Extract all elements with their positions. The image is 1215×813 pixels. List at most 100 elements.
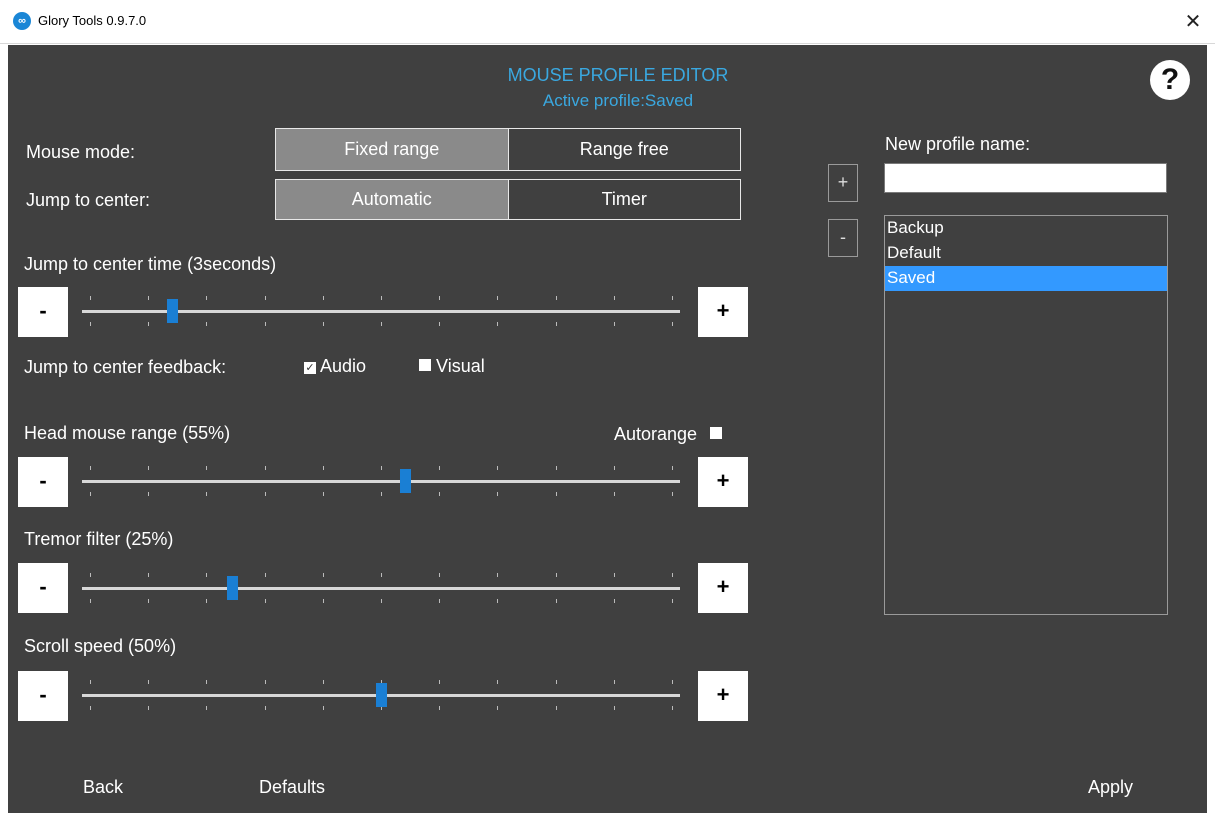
head-range-label: Head mouse range (55%) (24, 423, 231, 443)
audio-checkbox[interactable]: ✓ Audio (304, 356, 366, 377)
slider-tick (206, 573, 208, 577)
mouse-mode-toggle: Fixed range Range free (275, 128, 741, 171)
autorange-label: Autorange (614, 424, 698, 444)
slider-tick (672, 599, 673, 603)
slider-tick (322, 492, 324, 496)
slider-tick (90, 706, 91, 710)
jump-time-slider[interactable] (82, 292, 680, 328)
mouse-mode-label: Mouse mode: (26, 142, 136, 162)
slider-tick (613, 492, 615, 496)
slider-tick (381, 492, 382, 496)
help-button[interactable]: ? (1150, 60, 1190, 100)
slider-thumb[interactable] (226, 576, 238, 600)
slider-tick (322, 466, 324, 470)
slider-tick (322, 296, 324, 300)
slider-tick (264, 573, 266, 577)
slider-tick (264, 706, 266, 710)
slider-tick (613, 322, 615, 326)
slider-tick (497, 322, 499, 326)
slider-tick (672, 296, 673, 300)
new-profile-name-label: New profile name: (885, 134, 1031, 154)
remove-profile-button[interactable]: - (828, 219, 858, 257)
add-profile-button[interactable]: + (828, 164, 858, 202)
tremor-filter-plus-button[interactable]: + (698, 563, 748, 613)
slider-tick (672, 466, 673, 470)
slider-tick (90, 296, 91, 300)
scroll-speed-minus-button[interactable]: - (18, 671, 68, 721)
back-button[interactable]: Back (83, 777, 123, 798)
head-range-plus-button[interactable]: + (698, 457, 748, 507)
visual-checkbox-box[interactable] (419, 359, 431, 371)
audio-checkbox-box[interactable]: ✓ (304, 362, 316, 374)
list-item[interactable]: Backup (885, 216, 1167, 241)
window-title: Glory Tools 0.9.7.0 (38, 13, 147, 28)
jump-center-timer[interactable]: Timer (507, 180, 741, 219)
slider-tick (555, 680, 557, 684)
slider-thumb[interactable] (166, 299, 178, 323)
jump-center-automatic[interactable]: Automatic (276, 180, 508, 219)
slider-tick (672, 322, 673, 326)
active-profile-label: Active profile:Saved (542, 91, 694, 110)
tremor-filter-minus-button[interactable]: - (18, 563, 68, 613)
profile-editor-panel: MOUSE PROFILE EDITOR Active profile:Save… (8, 45, 1207, 813)
slider-tick (381, 296, 382, 300)
new-profile-name-input[interactable] (884, 163, 1167, 193)
slider-tick (206, 322, 208, 326)
slider-tick (381, 599, 382, 603)
slider-tick (672, 573, 673, 577)
slider-tick (264, 322, 266, 326)
mouse-mode-range-free[interactable]: Range free (507, 129, 741, 170)
scroll-speed-plus-button[interactable]: + (698, 671, 748, 721)
tremor-filter-slider[interactable] (82, 569, 680, 605)
slider-tick (672, 706, 673, 710)
slider-tick (497, 492, 499, 496)
slider-tick (439, 706, 441, 710)
slider-tick (555, 466, 557, 470)
slider-tick (322, 706, 324, 710)
apply-button[interactable]: Apply (1088, 777, 1133, 798)
slider-tick (148, 573, 150, 577)
list-item[interactable]: Default (885, 241, 1167, 266)
jump-center-label: Jump to center: (26, 190, 151, 210)
profile-list[interactable]: Backup Default Saved (884, 215, 1168, 615)
slider-tick (322, 680, 324, 684)
slider-tick (497, 706, 499, 710)
head-range-minus-button[interactable]: - (18, 457, 68, 507)
slider-tick (555, 573, 557, 577)
slider-tick (555, 322, 557, 326)
slider-tick (381, 573, 382, 577)
slider-tick (613, 296, 615, 300)
scroll-speed-slider[interactable] (82, 676, 680, 712)
slider-tick (322, 599, 324, 603)
slider-tick (672, 680, 673, 684)
list-item[interactable]: Saved (885, 266, 1167, 291)
slider-tick (148, 680, 150, 684)
slider-tick (381, 466, 382, 470)
slider-tick (148, 492, 150, 496)
audio-label: Audio (320, 356, 367, 376)
close-button[interactable]: ✕ (1171, 0, 1215, 44)
autorange-checkbox[interactable]: Autorange (614, 424, 723, 445)
head-range-slider[interactable] (82, 462, 680, 498)
slider-tick (90, 466, 91, 470)
visual-label: Visual (436, 356, 485, 376)
slider-tick (264, 492, 266, 496)
slider-tick (555, 296, 557, 300)
slider-thumb[interactable] (376, 683, 387, 707)
slider-tick (206, 599, 208, 603)
jump-time-plus-button[interactable]: + (698, 287, 748, 337)
slider-thumb[interactable] (399, 469, 411, 493)
visual-checkbox[interactable]: Visual (419, 356, 485, 377)
slider-tick (555, 599, 557, 603)
jump-time-minus-button[interactable]: - (18, 287, 68, 337)
slider-tick (613, 706, 615, 710)
tremor-filter-label: Tremor filter (25%) (24, 529, 174, 549)
slider-tick (439, 599, 441, 603)
slider-tick (90, 322, 91, 326)
slider-tick (381, 322, 382, 326)
slider-tick (439, 296, 441, 300)
mouse-mode-fixed-range[interactable]: Fixed range (276, 129, 508, 170)
slider-tick (497, 599, 499, 603)
defaults-button[interactable]: Defaults (259, 777, 325, 798)
autorange-checkbox-box[interactable] (710, 427, 723, 439)
